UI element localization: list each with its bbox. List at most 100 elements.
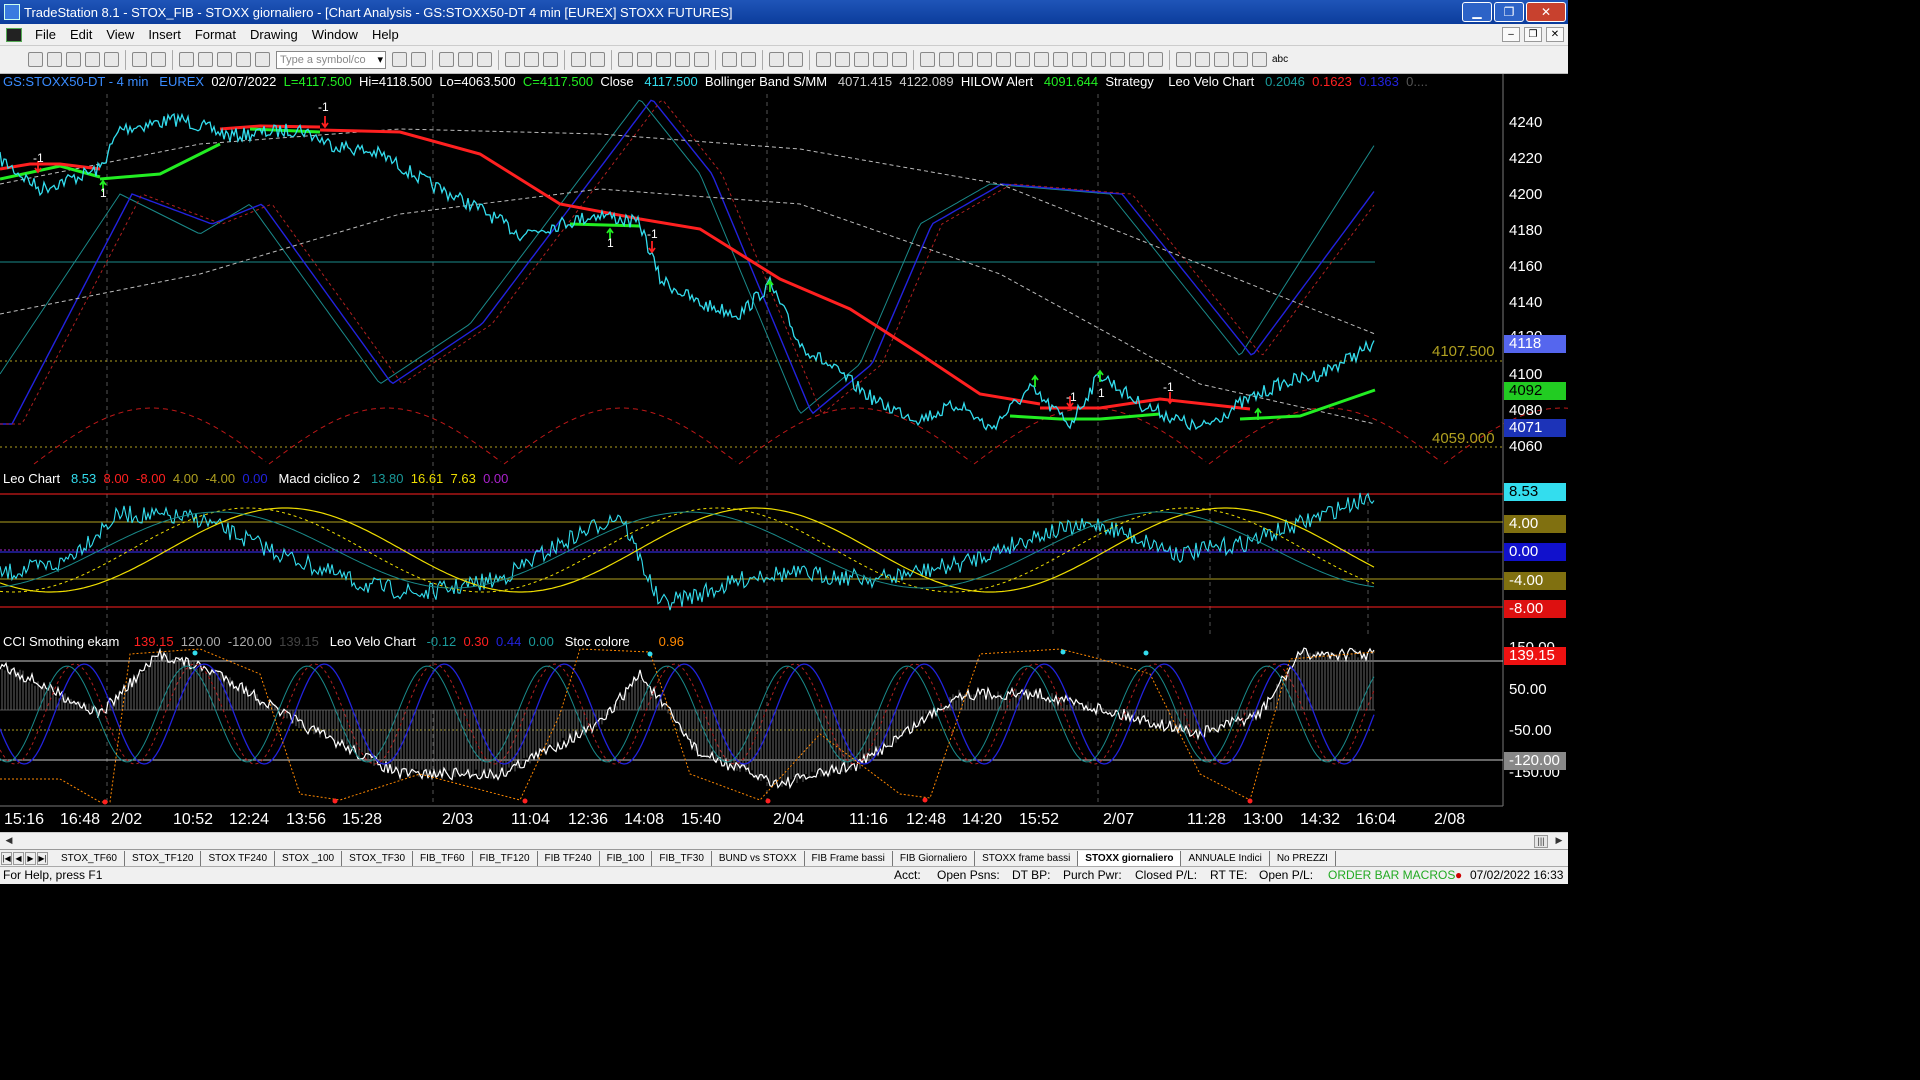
mdi-close-button[interactable]: ✕ [1546,27,1564,42]
workspace-tab[interactable]: STOXX frame bassi [975,850,1079,866]
tools-icon[interactable] [854,52,869,67]
horizontal-scrollbar[interactable]: ◀ ||| ▶ [0,832,1568,849]
rectangle-icon[interactable] [1252,52,1267,67]
print-icon[interactable] [132,52,147,67]
trade-bar-icon[interactable] [873,52,888,67]
workspace-tab[interactable]: STOX _100 [275,850,343,866]
ellipse-icon[interactable] [1233,52,1248,67]
menu-drawing[interactable]: Drawing [243,27,305,42]
curve-icon[interactable] [1176,52,1191,67]
speed-line-icon[interactable] [1072,52,1087,67]
symbol-lookup-icon[interactable] [411,52,426,67]
menu-format[interactable]: Format [188,27,243,42]
compress-icon[interactable] [741,52,756,67]
workspace-tab[interactable]: FIB_TF120 [473,850,538,866]
new-icon[interactable] [28,52,43,67]
data-window-icon[interactable] [835,52,850,67]
menu-edit[interactable]: Edit [63,27,99,42]
scroll-right-icon[interactable]: ▶ [1552,835,1566,848]
chart-area[interactable]: GS:STOXX50-DT - 4 min EUREX 02/07/2022 L… [0,74,1568,832]
up-arrow-icon[interactable] [1214,52,1229,67]
radar-icon[interactable] [571,52,586,67]
grid-icon[interactable] [477,52,492,67]
menu-file[interactable]: File [28,27,63,42]
menu-window[interactable]: Window [305,27,365,42]
workspace-tab[interactable]: FIB TF240 [538,850,600,866]
workspace-tab[interactable]: STOXX giornaliero [1078,850,1182,866]
chart-icon[interactable] [236,52,251,67]
signal-icon[interactable] [543,52,558,67]
table-icon[interactable] [458,52,473,67]
open-workspace-icon[interactable] [66,52,81,67]
format-icon[interactable] [439,52,454,67]
workspace-tab[interactable]: FIB Frame bassi [805,850,893,866]
workspace-tab[interactable]: FIB_TF60 [413,850,473,866]
hotlist-icon[interactable] [637,52,652,67]
save-icon[interactable] [104,52,119,67]
minimize-button[interactable]: ▁ [1462,2,1492,22]
tab-first-icon[interactable]: |◀ [1,851,12,865]
matrix-icon[interactable] [590,52,605,67]
new-workspace-icon[interactable] [85,52,100,67]
cut-icon[interactable] [179,52,194,67]
channel-icon[interactable] [996,52,1011,67]
gann-fan-icon[interactable] [1015,52,1030,67]
menu-insert[interactable]: Insert [141,27,188,42]
workspace-tab[interactable]: STOX_TF30 [342,850,414,866]
pointer-icon[interactable] [816,52,831,67]
macros-label[interactable]: ORDER BAR MACROS [1328,868,1455,882]
tab-prev-icon[interactable]: ◀ [13,851,24,865]
scroll-left-icon[interactable]: ◀ [2,835,16,848]
bars-icon[interactable] [675,52,690,67]
globe-icon[interactable] [255,52,270,67]
candles-icon[interactable] [656,52,671,67]
lock-icon[interactable] [217,52,232,67]
fib-retracement-icon[interactable] [977,52,992,67]
workspace-tab[interactable]: STOX_TF60 [54,850,125,866]
menu-help[interactable]: Help [365,27,406,42]
zoom-out-icon[interactable] [788,52,803,67]
symbol-input[interactable]: Type a symbol/co [276,50,386,69]
scroll-thumb[interactable]: ||| [1534,835,1548,848]
scanner-icon[interactable] [618,52,633,67]
tab-last-icon[interactable]: ▶| [37,851,48,865]
indicator-icon[interactable] [505,52,520,67]
pitchfork-icon[interactable] [1110,52,1125,67]
chart-canvas[interactable] [0,74,1568,832]
down-arrow-icon[interactable] [1195,52,1210,67]
level-high-label: 4107.500 [1432,343,1495,360]
tab-next-icon[interactable]: ▶ [25,851,36,865]
mdi-restore-button[interactable]: ❐ [1524,27,1542,42]
arc-icon[interactable] [1129,52,1144,67]
workspace-tab[interactable]: STOX_TF120 [125,850,202,866]
text-tool-icon[interactable]: abc [1272,54,1288,65]
workspace-tab[interactable]: FIB_100 [600,850,653,866]
zoom-in-icon[interactable] [769,52,784,67]
pencil-icon[interactable] [1148,52,1163,67]
arrows-icon[interactable] [1091,52,1106,67]
open-icon[interactable] [47,52,62,67]
menu-view[interactable]: View [99,27,141,42]
workspace-tab[interactable]: No PREZZI [1270,850,1336,866]
expand-icon[interactable] [722,52,737,67]
strategy-icon[interactable] [524,52,539,67]
copy-icon[interactable] [198,52,213,67]
trendline-icon[interactable] [920,52,935,67]
vertical-line-icon[interactable] [939,52,954,67]
workspace-tab[interactable]: STOX TF240 [201,850,276,866]
chart-doc-icon[interactable] [6,27,22,42]
workspace-tab[interactable]: ANNUALE Indici [1181,850,1270,866]
regression-icon[interactable] [1034,52,1049,67]
lock-scale-icon[interactable] [892,52,907,67]
horizontal-line-icon[interactable] [958,52,973,67]
restore-button[interactable]: ❐ [1494,2,1524,22]
fib-time-icon[interactable] [1053,52,1068,67]
barchart-icon[interactable] [694,52,709,67]
mdi-minimize-button[interactable]: – [1502,27,1520,42]
play-icon[interactable] [392,52,407,67]
close-button[interactable]: ✕ [1526,2,1566,22]
workspace-tab[interactable]: FIB_TF30 [652,850,712,866]
workspace-tab[interactable]: FIB Giornaliero [893,850,976,866]
print-preview-icon[interactable] [151,52,166,67]
workspace-tab[interactable]: BUND vs STOXX [712,850,805,866]
